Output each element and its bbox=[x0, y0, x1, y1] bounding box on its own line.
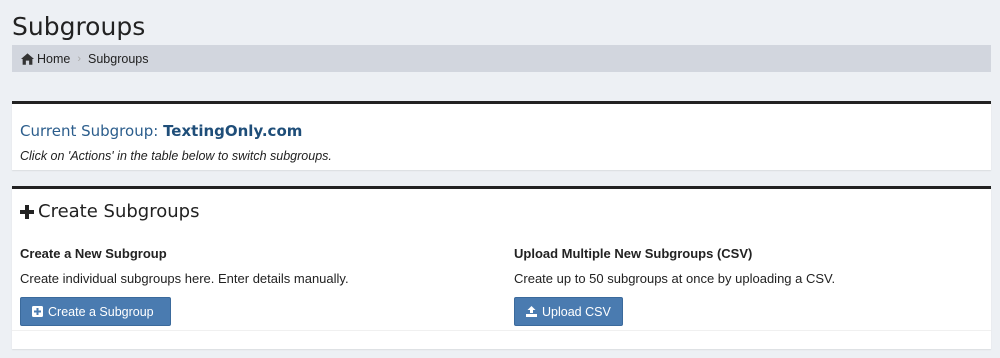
breadcrumb-home-link[interactable]: Home bbox=[21, 52, 70, 66]
upload-csv-button[interactable]: Upload CSV bbox=[514, 297, 623, 326]
create-subgroups-title-text: Create Subgroups bbox=[38, 201, 200, 222]
upload-icon bbox=[526, 306, 537, 317]
create-single-heading: Create a New Subgroup bbox=[20, 246, 167, 261]
home-icon bbox=[21, 52, 34, 65]
create-single-description: Create individual subgroups here. Enter … bbox=[20, 271, 349, 286]
switch-subgroup-hint: Click on 'Actions' in the table below to… bbox=[20, 149, 332, 163]
page-title: Subgroups bbox=[12, 12, 146, 41]
breadcrumb-current: Subgroups bbox=[88, 51, 149, 66]
upload-csv-description: Create up to 50 subgroups at once by upl… bbox=[514, 271, 836, 286]
upload-csv-column: Upload Multiple New Subgroups (CSV) Crea… bbox=[514, 246, 835, 326]
current-subgroup-value: TextingOnly.com bbox=[163, 122, 303, 140]
create-subgroup-button-label: Create a Subgroup bbox=[48, 304, 154, 319]
current-subgroup-card: Current Subgroup: TextingOnly.com Click … bbox=[12, 101, 991, 170]
create-subgroups-title: Create Subgroups bbox=[20, 201, 199, 222]
breadcrumb-separator: › bbox=[77, 52, 82, 65]
create-subgroup-button[interactable]: Create a Subgroup bbox=[20, 297, 171, 326]
create-single-column: Create a New Subgroup Create individual … bbox=[20, 246, 349, 326]
current-subgroup-line: Current Subgroup: TextingOnly.com bbox=[20, 122, 302, 140]
upload-csv-heading: Upload Multiple New Subgroups (CSV) bbox=[514, 246, 753, 261]
create-subgroups-card: Create Subgroups Create a New Subgroup C… bbox=[12, 186, 991, 349]
breadcrumb: Home › Subgroups bbox=[12, 45, 991, 72]
plus-square-icon bbox=[32, 306, 43, 317]
current-subgroup-label: Current Subgroup: bbox=[20, 122, 159, 140]
breadcrumb-home-label: Home bbox=[37, 51, 71, 66]
plus-icon bbox=[20, 204, 34, 219]
card-footer-divider bbox=[12, 330, 991, 331]
upload-csv-button-label: Upload CSV bbox=[542, 304, 611, 319]
